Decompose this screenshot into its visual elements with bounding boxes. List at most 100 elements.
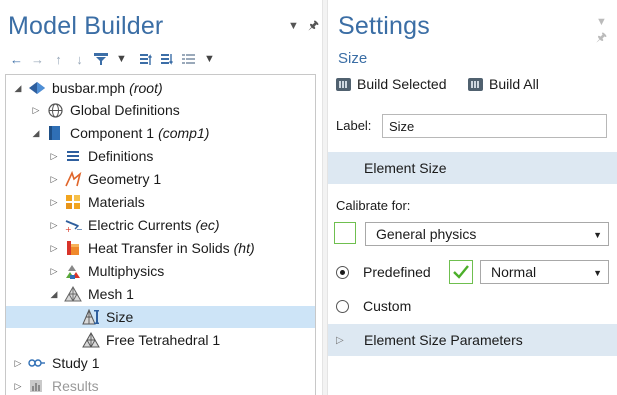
tree-node-label: Component 1 [70,125,155,141]
component-icon [46,124,64,142]
tree-node-materials[interactable]: ▷ Materials [6,191,315,213]
expand-open-icon[interactable]: ◢ [12,83,24,94]
arrow-right-icon[interactable]: → [29,51,46,68]
expand-closed-icon[interactable]: ▷ [48,266,60,277]
element-size-parameters-label: Element Size Parameters [364,332,523,348]
tree-node-definitions[interactable]: ▷ Definitions [6,145,315,167]
settings-subtitle: Size [338,50,368,67]
model-file-icon [28,79,46,97]
tree-node-label: Geometry 1 [88,171,162,187]
predefined-checkbox[interactable] [449,260,473,284]
predefined-label: Predefined [363,264,431,280]
tree-node-tag: (ec) [195,217,220,233]
checkmark-icon [453,265,469,279]
build-selected-icon [336,77,351,91]
settings-title: Settings [338,12,430,40]
arrow-down-icon[interactable]: ↓ [71,51,88,68]
build-all-icon [468,77,483,91]
label-field[interactable] [382,114,607,138]
dropdown-arrow-icon[interactable]: ▼ [113,51,130,68]
custom-label: Custom [363,298,412,314]
model-builder-title: Model Builder [8,12,164,40]
tree-node-label: Electric Currents [88,217,192,233]
expand-closed-icon[interactable]: ▷ [48,220,60,231]
sort-down-icon[interactable] [159,51,176,68]
expand-closed-icon[interactable]: ▷ [12,381,24,392]
list-options-icon[interactable] [180,51,197,68]
tree-node-electric-currents[interactable]: ▷ +− Electric Currents (ec) [6,214,315,236]
tree-node-label: Size [106,309,134,325]
tree-node-tag: (root) [129,80,163,96]
filter-icon[interactable] [92,51,109,68]
tree-node-heat-transfer[interactable]: ▷ Heat Transfer in Solids (ht) [6,237,315,259]
definitions-icon [64,147,82,165]
pin-icon[interactable]: 🖈 [308,16,319,37]
custom-radio[interactable] [336,299,349,313]
tree-node-mesh-1[interactable]: ◢ Mesh 1 [6,283,315,305]
element-size-header-label: Element Size [364,160,447,176]
element-size-section-header[interactable]: Element Size [328,152,617,184]
tree-node-root[interactable]: ◢ busbar.mph (root) [6,77,315,99]
tree-node-tag: (comp1) [158,125,210,141]
svg-text:−: − [76,225,82,233]
expand-open-icon[interactable]: ◢ [48,289,60,300]
geometry-icon [64,170,82,188]
sort-up-icon[interactable] [138,51,155,68]
model-builder-panel: Model Builder ▼ 🖈 ← → ↑ ↓ ▼ ▼ ◢ busbar.m… [0,0,322,395]
chevron-down-icon: ▼ [593,268,602,278]
tree-node-global-definitions[interactable]: ▷ Global Definitions [6,99,315,121]
tree-node-label: Definitions [88,148,154,164]
arrow-up-icon[interactable]: ↑ [50,51,67,68]
mesh-icon [64,285,82,303]
pin-icon[interactable]: 🖈 [596,28,607,49]
tree-node-label: Heat Transfer in Solids [88,240,230,256]
tree-node-label: Study 1 [52,355,100,371]
build-selected-label: Build Selected [357,76,447,92]
custom-option[interactable]: Custom [336,298,411,314]
expand-closed-icon[interactable]: ▷ [48,174,60,185]
tree-node-study-1[interactable]: ▷ Study 1 [6,352,315,374]
tree-node-label: Free Tetrahedral 1 [106,332,221,348]
panel-menu-icon[interactable]: ▼ [288,20,299,32]
tree-node-label: Results [52,378,99,394]
arrow-left-icon[interactable]: ← [8,51,25,68]
expand-closed-icon[interactable]: ▷ [336,335,350,346]
tree-node-label: Multiphysics [88,263,165,279]
tree-node-label: Materials [88,194,145,210]
calibrate-for-label: Calibrate for: [336,198,411,213]
model-builder-toolbar: ← → ↑ ↓ ▼ ▼ [8,50,218,68]
calibrate-for-select[interactable]: General physics ▼ [365,222,609,246]
heat-transfer-icon [64,239,82,257]
free-tetrahedral-icon [82,331,100,349]
expand-open-icon[interactable]: ◢ [30,128,42,139]
predefined-radio[interactable] [336,265,349,279]
settings-window-controls: ▼ 🖈 [590,16,617,49]
materials-icon [64,193,82,211]
tree-node-free-tetrahedral-1[interactable]: Free Tetrahedral 1 [6,329,315,351]
tree-node-results[interactable]: ▷ Results [6,375,315,395]
panel-menu-icon[interactable]: ▼ [596,16,607,28]
chevron-down-icon: ▼ [593,230,602,240]
model-builder-window-controls: ▼ 🖈 [282,16,319,37]
expand-closed-icon[interactable]: ▷ [48,243,60,254]
settings-panel: Settings ▼ 🖈 Size Build Selected Build A… [328,0,617,395]
label-caption: Label: [336,118,372,133]
tree-node-component-1[interactable]: ◢ Component 1 (comp1) [6,122,315,144]
expand-closed-icon[interactable]: ▷ [48,151,60,162]
predefined-size-select[interactable]: Normal ▼ [480,260,609,284]
tree-node-multiphysics[interactable]: ▷ Multiphysics [6,260,315,282]
expand-closed-icon[interactable]: ▷ [48,197,60,208]
build-all-label: Build All [489,76,539,92]
tree-node-size[interactable]: Size [6,306,315,328]
element-size-parameters-section-header[interactable]: ▷ Element Size Parameters [328,324,617,356]
multiphysics-icon [64,262,82,280]
electric-currents-icon: +− [64,216,82,234]
build-selected-button[interactable]: Build Selected [336,76,447,92]
predefined-option[interactable]: Predefined [336,264,431,280]
tree-node-geometry-1[interactable]: ▷ Geometry 1 [6,168,315,190]
expand-closed-icon[interactable]: ▷ [30,105,42,116]
calibrate-color-swatch [334,222,356,244]
dropdown-arrow-icon[interactable]: ▼ [201,51,218,68]
expand-closed-icon[interactable]: ▷ [12,358,24,369]
build-all-button[interactable]: Build All [468,76,539,92]
